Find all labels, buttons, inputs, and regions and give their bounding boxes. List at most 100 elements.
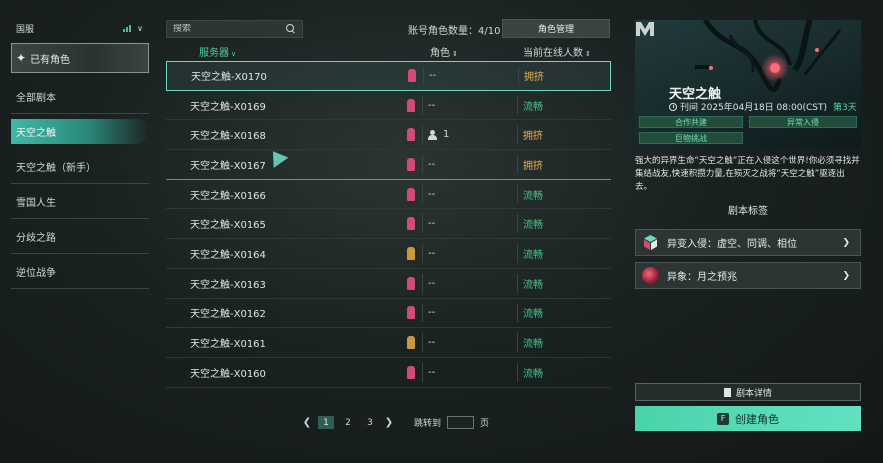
table-row[interactable]: 天空之触-X0166 -- 流畅 bbox=[166, 180, 611, 210]
figure-icon bbox=[407, 128, 415, 142]
scenario-banner: 天空之触 刊间 2025年04月18日 08:00(CST) 第3天 合作共建 … bbox=[635, 20, 861, 148]
table-row[interactable]: 天空之触-X0160 -- 流畅 bbox=[166, 358, 611, 388]
jump-page-input[interactable] bbox=[447, 416, 475, 429]
scenario-logo-icon bbox=[636, 22, 654, 36]
character-count-cell: -- bbox=[428, 158, 436, 170]
scenario-day: 第3天 bbox=[832, 103, 857, 113]
server-status: 流畅 bbox=[523, 339, 543, 351]
pagination: ❮ 1 2 3 ❯ 跳转到 页 bbox=[302, 416, 489, 429]
search-icon[interactable] bbox=[286, 24, 296, 34]
sidebar-item-sky-touch-novice[interactable]: 天空之触（新手） bbox=[11, 149, 149, 184]
figure-icon bbox=[407, 157, 415, 171]
search-input[interactable] bbox=[173, 24, 273, 34]
server-status: 流畅 bbox=[523, 249, 543, 261]
feature-invasion[interactable]: 异变入侵：虚空、同调、相位 ❯ bbox=[635, 229, 861, 256]
sidebar-item-all[interactable]: 全部剧本 bbox=[11, 79, 149, 114]
tag-giant: 巨物挑战 bbox=[639, 132, 743, 144]
role-column-header[interactable]: 角色 ⇕ bbox=[430, 44, 458, 59]
sidebar-item-sky-touch[interactable]: 天空之触 bbox=[11, 119, 149, 144]
character-count-cell: -- bbox=[428, 366, 436, 378]
server-status: 拥挤 bbox=[523, 160, 543, 172]
page-2-button[interactable]: 2 bbox=[340, 416, 356, 429]
server-name: 天空之触-X0166 bbox=[190, 190, 266, 202]
figure-icon bbox=[407, 98, 415, 112]
owned-characters-button[interactable]: ✦ 已有角色 bbox=[11, 43, 149, 73]
sidebar: 国服 ∨ ✦ 已有角色 全部剧本 天空之触 天空之触（新手） 雪国人生 分歧之路… bbox=[11, 18, 149, 289]
search-box bbox=[166, 20, 303, 38]
server-name: 天空之触-X0169 bbox=[190, 101, 266, 113]
table-row[interactable]: 天空之触-X0162 -- 流畅 bbox=[166, 299, 611, 329]
table-row[interactable]: 天空之触-X0165 -- 流畅 bbox=[166, 209, 611, 240]
tag-coop: 合作共建 bbox=[639, 116, 743, 128]
server-name: 天空之触-X0161 bbox=[190, 339, 266, 351]
sidebar-item-reversed-war[interactable]: 逆位战争 bbox=[11, 254, 149, 289]
region-label: 国服 bbox=[16, 24, 35, 35]
scenario-time: 刊间 2025年04月18日 08:00(CST) 第3天 bbox=[669, 100, 857, 113]
server-status: 流畅 bbox=[523, 309, 543, 321]
sidebar-item-divergent-path[interactable]: 分歧之路 bbox=[11, 219, 149, 254]
table-row[interactable]: 天空之触-X0163 -- 流畅 bbox=[166, 269, 611, 299]
character-count-cell: -- bbox=[428, 337, 436, 349]
tag-invasion: 异常入侵 bbox=[749, 116, 857, 128]
server-table: 天空之触-X0170 -- 拥挤 天空之触-X0169 -- 流畅 天空之触-X… bbox=[166, 61, 611, 388]
prev-page-icon[interactable]: ❮ bbox=[302, 417, 312, 428]
feature-omen[interactable]: 异象：月之预兆 ❯ bbox=[635, 262, 861, 289]
figure-icon bbox=[408, 69, 416, 83]
figure-icon bbox=[407, 187, 415, 201]
figure-icon bbox=[407, 306, 415, 320]
key-hint-icon: F bbox=[717, 412, 729, 425]
character-count: 账号角色数量：4/10 bbox=[408, 26, 501, 37]
page-1-button[interactable]: 1 bbox=[318, 416, 334, 429]
document-icon bbox=[723, 387, 731, 397]
next-page-icon[interactable]: ❯ bbox=[384, 417, 394, 428]
figure-icon bbox=[407, 246, 415, 260]
page-suffix: 页 bbox=[480, 419, 490, 429]
server-name: 天空之触-X0170 bbox=[191, 72, 267, 84]
server-status: 流畅 bbox=[523, 368, 543, 380]
character-count-cell: -- bbox=[428, 277, 436, 289]
server-name: 天空之触-X0163 bbox=[190, 279, 266, 291]
page-3-button[interactable]: 3 bbox=[362, 416, 378, 429]
table-row[interactable]: 天空之触-X0167 -- 拥挤 bbox=[166, 150, 611, 180]
server-status: 拥挤 bbox=[524, 72, 544, 84]
character-count-cell: 1 bbox=[428, 129, 449, 140]
manage-characters-button[interactable]: 角色管理 bbox=[502, 19, 610, 38]
chevron-right-icon: ❯ bbox=[842, 270, 850, 281]
cube-icon bbox=[644, 235, 657, 250]
owned-characters-label: 已有角色 bbox=[30, 54, 71, 66]
server-status: 流畅 bbox=[523, 190, 543, 202]
server-name: 天空之触-X0167 bbox=[190, 160, 266, 172]
create-character-button[interactable]: F 创建角色 bbox=[635, 406, 861, 431]
chevron-right-icon: ❯ bbox=[842, 237, 850, 248]
character-count-cell: -- bbox=[428, 99, 436, 111]
figure-icon bbox=[407, 276, 415, 290]
jump-to-label: 跳转到 bbox=[414, 419, 442, 429]
sort-icon: ⇕ bbox=[452, 50, 458, 58]
scenario-description: 强大的异界生命“天空之触”正在入侵这个世界!你必须寻找并集结战友,快速积攒力量,… bbox=[635, 156, 860, 192]
table-row[interactable]: 天空之触-X0161 -- 流畅 bbox=[166, 328, 611, 358]
character-count-cell: -- bbox=[428, 218, 436, 230]
chevron-down-icon: ∨ bbox=[231, 50, 237, 58]
server-name: 天空之触-X0162 bbox=[190, 309, 266, 321]
region-selector[interactable]: 国服 ∨ bbox=[11, 18, 149, 38]
server-name: 天空之触-X0168 bbox=[190, 131, 266, 143]
figure-icon bbox=[407, 365, 415, 379]
server-name: 天空之触-X0165 bbox=[190, 220, 266, 232]
server-status: 流畅 bbox=[523, 220, 543, 232]
server-table-header: 服务器 ∨ 角色 ⇕ 当前在线人数 ⇕ bbox=[166, 44, 611, 60]
table-row[interactable]: 天空之触-X0170 -- 拥挤 bbox=[166, 61, 611, 91]
online-column-header[interactable]: 当前在线人数 ⇕ bbox=[523, 44, 591, 59]
scenario-detail-button[interactable]: 剧本详情 bbox=[635, 383, 861, 401]
table-row[interactable]: 天空之触-X0168 1 拥挤 bbox=[166, 120, 611, 151]
sidebar-item-snow-country[interactable]: 雪国人生 bbox=[11, 184, 149, 219]
table-row[interactable]: 天空之触-X0169 -- 流畅 bbox=[166, 91, 611, 121]
server-status: 流畅 bbox=[523, 101, 543, 113]
server-status: 流畅 bbox=[523, 279, 543, 291]
server-name: 天空之触-X0164 bbox=[190, 249, 266, 261]
character-count-cell: -- bbox=[428, 247, 436, 259]
figure-icon bbox=[407, 336, 415, 350]
server-column-header[interactable]: 服务器 ∨ bbox=[199, 44, 236, 59]
chevron-down-icon: ∨ bbox=[137, 23, 143, 33]
server-status: 拥挤 bbox=[523, 131, 543, 143]
table-row[interactable]: 天空之触-X0164 -- 流畅 bbox=[166, 239, 611, 269]
